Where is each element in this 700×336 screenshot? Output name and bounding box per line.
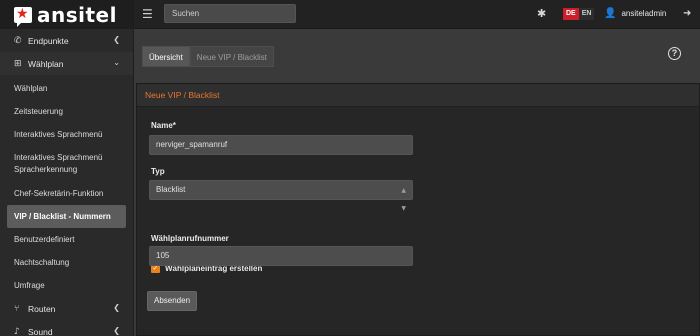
number-field-value: 105 <box>156 251 170 260</box>
brand-name: ansitel <box>37 2 117 27</box>
type-label: Typ <box>151 167 165 176</box>
help-icon[interactable]: ? <box>668 47 681 60</box>
panel-title: Neue VIP / Blacklist <box>137 84 699 107</box>
number-label: Wählplanrufnummer <box>151 234 229 243</box>
phone-icon: ✆ <box>14 35 22 46</box>
chevron-left-icon: ❮ <box>113 303 120 312</box>
number-field[interactable]: 105 <box>149 246 413 266</box>
tab-neue-vip-blacklist[interactable]: Neue VIP / Blacklist <box>189 46 274 67</box>
chevron-left-icon: ❮ <box>113 326 120 335</box>
type-select[interactable]: Blacklist ▲ ▼ <box>149 180 413 212</box>
sidebar: ✆ Endpunkte ❮ ⊞ Wählplan ⌄ Wählplan Zeit… <box>0 29 134 336</box>
sidebar-item-chef-sekretaerin[interactable]: Chef-Sekretärin-Funktion <box>7 182 126 205</box>
logout-icon[interactable]: ➜ <box>683 8 691 19</box>
music-icon: ♪ <box>14 326 20 336</box>
user-menu[interactable]: 👤 ansiteladmin <box>604 8 666 19</box>
main-content: Übersicht Neue VIP / Blacklist ? Neue VI… <box>134 29 700 336</box>
search-input[interactable] <box>164 4 296 23</box>
sidebar-item-sprachmenue[interactable]: Interaktives Sprachmenü <box>7 123 126 146</box>
menu-toggle-icon[interactable]: ☰ <box>142 7 153 21</box>
brand[interactable]: ★ ansitel <box>0 0 134 29</box>
sidebar-group-waehlplan[interactable]: ⊞ Wählplan ⌄ <box>0 52 133 75</box>
name-label: Name* <box>151 121 176 130</box>
sidebar-submenu: Wählplan Zeitsteuerung Interaktives Spra… <box>0 75 133 297</box>
sidebar-group-endpunkte[interactable]: ✆ Endpunkte ❮ <box>0 29 133 52</box>
language-switch: DE EN <box>563 8 595 20</box>
sidebar-item-waehlplan[interactable]: Wählplan <box>7 77 126 100</box>
sidebar-item-vip-blacklist[interactable]: VIP / Blacklist - Nummern <box>7 205 126 228</box>
lang-en-button[interactable]: EN <box>578 8 595 20</box>
sitemap-icon: ⊞ <box>14 58 22 69</box>
top-bar: ★ ansitel ☰ ✱ DE EN 👤 ansiteladmin ➜ <box>0 0 700 29</box>
ansitel-logo-icon: ★ <box>14 6 32 27</box>
sidebar-item-benutzerdefiniert[interactable]: Benutzerdefiniert <box>7 228 126 251</box>
settings-icon[interactable]: ✱ <box>537 7 546 20</box>
user-settings-icon: 👤 <box>604 8 617 19</box>
lang-de-button[interactable]: DE <box>563 8 579 20</box>
sidebar-item-spracherkennung[interactable]: Interaktives Sprachmenü Spracherkennung <box>7 146 126 182</box>
sidebar-group-label: Routen <box>28 303 56 314</box>
select-arrows-icon: ▲ ▼ <box>401 187 406 212</box>
sidebar-group-label: Endpunkte <box>28 35 69 46</box>
tab-uebersicht[interactable]: Übersicht <box>142 46 190 67</box>
sidebar-group-sound[interactable]: ♪ Sound ❮ <box>0 320 133 336</box>
sidebar-group-label: Wählplan <box>28 58 64 69</box>
sidebar-group-label: Sound <box>28 326 53 336</box>
name-field-value: nerviger_spamanruf <box>156 140 228 149</box>
sidebar-item-umfrage[interactable]: Umfrage <box>7 274 126 297</box>
chevron-down-icon: ⌄ <box>113 58 120 67</box>
submit-button[interactable]: Absenden <box>147 291 198 311</box>
form-panel: Neue VIP / Blacklist Name* nerviger_spam… <box>136 83 700 336</box>
sidebar-group-routen[interactable]: ⑂ Routen ❮ <box>0 297 133 320</box>
chevron-left-icon: ❮ <box>113 35 120 44</box>
sidebar-item-nachtschaltung[interactable]: Nachtschaltung <box>7 251 126 274</box>
tab-bar: Übersicht Neue VIP / Blacklist <box>142 46 274 67</box>
name-field[interactable]: nerviger_spamanruf <box>149 135 413 155</box>
username: ansiteladmin <box>621 9 667 18</box>
type-select-value: Blacklist <box>156 185 186 194</box>
branch-icon: ⑂ <box>14 303 20 314</box>
sidebar-item-zeitsteuerung[interactable]: Zeitsteuerung <box>7 100 126 123</box>
